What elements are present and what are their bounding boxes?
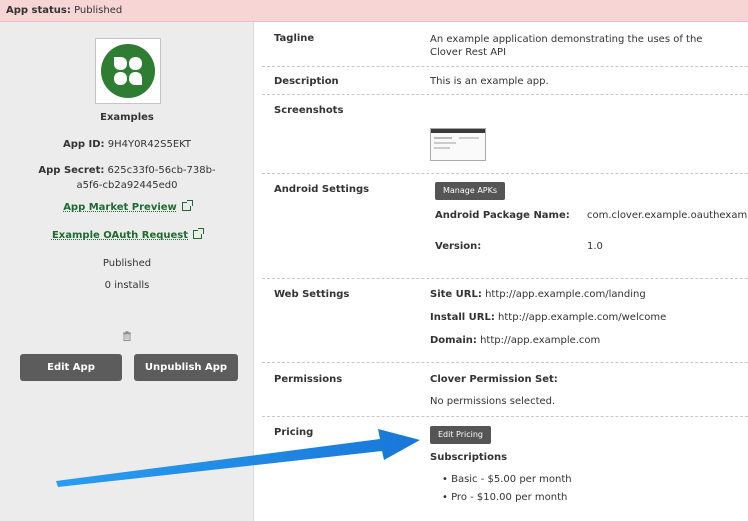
tagline-label: Tagline <box>274 33 315 44</box>
app-id-label: App ID: <box>62 139 105 150</box>
site-url-label: Site URL: <box>430 289 482 300</box>
screenshot-thumbnail[interactable] <box>430 128 486 161</box>
web-settings-row: Web Settings Site URL: http://app.exampl… <box>262 279 748 363</box>
app-market-preview-link[interactable]: App Market Preview <box>0 200 254 213</box>
version-value: 1.0 <box>587 241 603 252</box>
tagline-row: Tagline An example application demonstra… <box>262 22 748 67</box>
web-settings-label: Web Settings <box>274 289 350 300</box>
edit-app-button[interactable]: Edit App <box>20 354 122 381</box>
screenshots-label: Screenshots <box>274 105 344 116</box>
publish-state: Published <box>102 258 152 269</box>
permission-set-value: No permissions selected. <box>430 396 556 407</box>
android-package-value: com.clover.example.oauthexample. <box>587 210 748 221</box>
app-sidebar: Examples App ID: 9H4Y0R42S5EKT App Secre… <box>0 22 254 521</box>
pricing-label: Pricing <box>274 427 314 438</box>
tagline-value: An example application demonstrating the… <box>430 34 703 58</box>
android-package-label: Android Package Name: <box>435 210 570 221</box>
manage-apks-button[interactable]: Manage APKs <box>435 182 506 200</box>
subscriptions-list: Basic - $5.00 per month Pro - $10.00 per… <box>442 474 572 510</box>
example-oauth-request-label[interactable]: Example OAuth Request <box>52 230 188 241</box>
subscription-item: Pro - $10.00 per month <box>442 492 572 510</box>
edit-pricing-button[interactable]: Edit Pricing <box>430 426 491 444</box>
app-name: Examples <box>100 112 154 123</box>
app-secret-label: App Secret: <box>38 165 105 176</box>
external-link-icon[interactable] <box>181 200 193 211</box>
domain: Domain: http://app.example.com <box>430 335 600 346</box>
status-value: Published <box>74 5 123 16</box>
unpublish-app-button[interactable]: Unpublish App <box>134 354 238 381</box>
screenshots-row: Screenshots <box>262 95 748 174</box>
trash-icon[interactable] <box>122 331 132 341</box>
subscriptions-label: Subscriptions <box>430 452 508 463</box>
domain-label: Domain: <box>430 335 477 346</box>
app-id: App ID: 9H4Y0R42S5EKT <box>0 139 254 150</box>
install-url: Install URL: http://app.example.com/welc… <box>430 312 666 323</box>
install-count: 0 installs <box>104 280 150 291</box>
site-url: Site URL: http://app.example.com/landing <box>430 289 646 300</box>
install-url-value: http://app.example.com/welcome <box>498 312 667 323</box>
app-status-bar: App status: Published <box>0 0 748 22</box>
version-label: Version: <box>435 241 482 252</box>
app-id-value: 9H4Y0R42S5EKT <box>107 139 192 150</box>
permissions-label: Permissions <box>274 374 343 385</box>
subscription-item: Basic - $5.00 per month <box>442 474 572 492</box>
site-url-value: http://app.example.com/landing <box>485 289 646 300</box>
android-settings-label: Android Settings <box>274 184 370 195</box>
description-value: This is an example app. <box>430 76 549 87</box>
permissions-row: Permissions Clover Permission Set: No pe… <box>262 363 748 417</box>
android-settings-row: Android Settings Manage APKs Android Pac… <box>262 174 748 279</box>
external-link-icon[interactable] <box>193 228 205 239</box>
example-oauth-request-link[interactable]: Example OAuth Request <box>0 228 254 241</box>
description-row: Description This is an example app. <box>262 67 748 95</box>
pricing-row: Pricing Edit Pricing Subscriptions Basic… <box>262 417 748 521</box>
install-url-label: Install URL: <box>430 312 495 323</box>
domain-value: http://app.example.com <box>480 335 601 346</box>
description-label: Description <box>274 76 339 87</box>
permission-set-label: Clover Permission Set: <box>430 374 558 385</box>
status-label: App status: <box>6 5 71 16</box>
app-secret: App Secret: 625c33f0-56cb-738b-a5f6-cb2a… <box>0 163 254 193</box>
app-logo <box>95 38 161 104</box>
clover-logo-icon <box>101 44 155 98</box>
app-market-preview-label[interactable]: App Market Preview <box>63 202 177 213</box>
